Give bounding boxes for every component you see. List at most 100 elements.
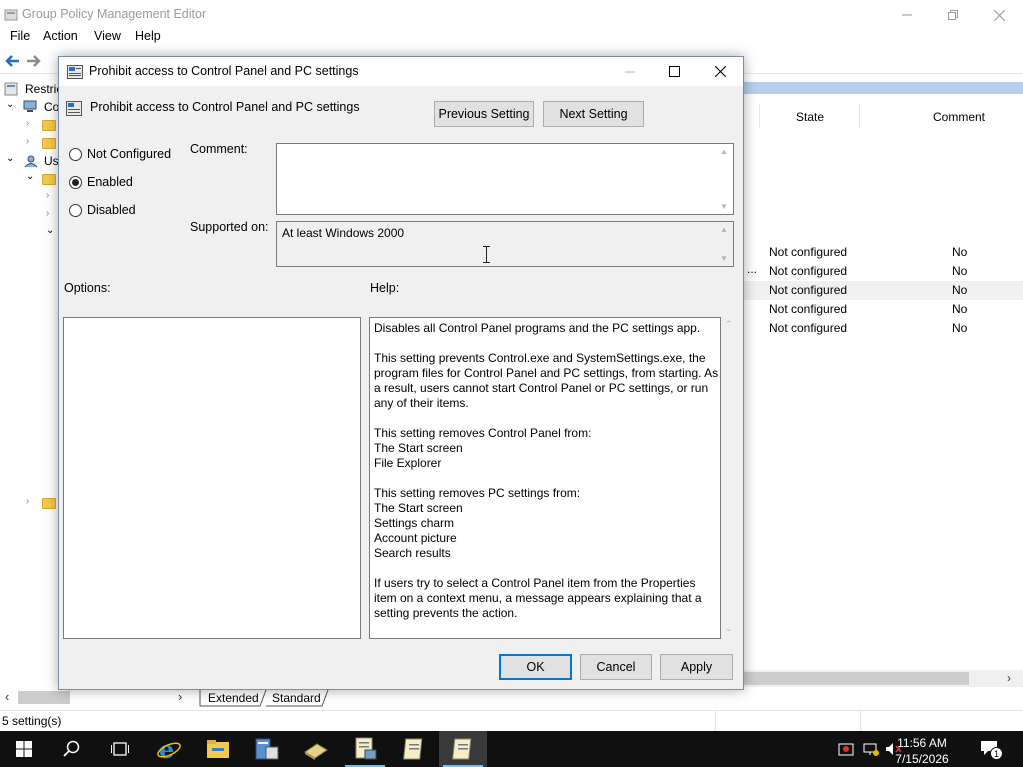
folder-icon [42, 174, 56, 185]
list-row[interactable]: Not configured No [743, 243, 1023, 262]
help-paragraph: This setting prevents Control.exe and Sy… [374, 351, 719, 410]
help-scroll-up-icon[interactable]: ⌃ [725, 319, 733, 330]
tree-item-folder[interactable]: › [0, 494, 58, 512]
action-center-button[interactable]: 1 [980, 740, 1003, 760]
policy-setting-icon [66, 101, 82, 116]
main-close-button[interactable] [976, 0, 1022, 30]
list-row[interactable]: Not configured No [743, 300, 1023, 319]
tree-item-subfolder[interactable]: › [0, 206, 58, 224]
radio-enabled[interactable]: Enabled [69, 173, 133, 191]
back-arrow-icon[interactable] [4, 53, 20, 69]
menu-help[interactable]: Help [135, 29, 161, 43]
apply-button[interactable]: Apply [660, 654, 733, 680]
tree-item-folder[interactable]: › [0, 116, 58, 134]
scrollbar-thumb[interactable] [18, 691, 70, 704]
tree-item-folder[interactable]: ⌄ [0, 170, 58, 188]
windows-logo-icon [16, 741, 32, 757]
column-header-comment[interactable]: Comment [933, 110, 985, 124]
tree-item-computer-config[interactable]: ⌄ Co [0, 98, 59, 116]
tab-standard[interactable]: Standard [272, 691, 321, 705]
settings-list [743, 76, 1023, 688]
list-horizontal-scrollbar[interactable]: › [743, 670, 1023, 687]
scroll-right-icon[interactable]: › [178, 689, 182, 704]
options-panel [63, 317, 361, 639]
main-titlebar[interactable]: Group Policy Management Editor [0, 0, 1023, 30]
security-warning-icon[interactable] [838, 741, 854, 757]
tree-horizontal-scrollbar[interactable]: ‹ › [0, 689, 200, 705]
notepad-button[interactable] [390, 731, 438, 767]
status-divider [860, 711, 861, 731]
clock-time[interactable]: 11:56 AM [887, 736, 957, 750]
comment-scrollbar[interactable]: ▲ ▼ [716, 144, 733, 214]
start-button[interactable] [0, 731, 48, 767]
cancel-button[interactable]: Cancel [580, 654, 652, 680]
chevron-down-icon[interactable]: ⌄ [6, 153, 14, 164]
scroll-up-icon[interactable]: ▲ [720, 147, 728, 156]
scroll-up-icon[interactable]: ▲ [720, 225, 728, 234]
previous-setting-button[interactable]: Previous Setting [434, 101, 534, 127]
main-restore-button[interactable] [930, 0, 976, 30]
help-paragraph: This setting removes PC settings from: T… [374, 486, 581, 560]
ok-button[interactable]: OK [499, 654, 572, 680]
clock-date[interactable]: 7/15/2026 [887, 752, 957, 766]
comment-textarea[interactable]: ▲ ▼ [276, 143, 734, 215]
radio-not-configured[interactable]: Not Configured [69, 145, 171, 163]
restore-icon [948, 10, 958, 20]
radio-disabled[interactable]: Disabled [69, 201, 136, 219]
column-separator[interactable] [759, 104, 760, 128]
menu-file[interactable]: File [10, 29, 30, 43]
dialog-titlebar[interactable]: Prohibit access to Control Panel and PC … [59, 57, 743, 86]
column-header-state[interactable]: State [796, 110, 824, 124]
scrollbar-thumb[interactable] [743, 672, 969, 685]
chevron-right-icon[interactable]: › [46, 190, 49, 201]
internet-explorer-button[interactable]: e [145, 731, 193, 767]
admin-tools-button[interactable] [292, 731, 340, 767]
main-minimize-button[interactable] [884, 0, 930, 30]
menu-action[interactable]: Action [43, 29, 78, 43]
row-state: Not configured [769, 302, 848, 316]
scroll-left-icon[interactable]: ‹ [5, 689, 9, 704]
folder-icon [42, 138, 56, 149]
forward-arrow-icon[interactable] [26, 53, 42, 69]
tree-item-user-config[interactable]: ⌄ Us [0, 152, 59, 170]
supported-scrollbar[interactable]: ▲ ▼ [716, 222, 733, 266]
tree-item-folder[interactable]: › [0, 134, 58, 152]
next-setting-button[interactable]: Next Setting [543, 101, 644, 127]
network-icon[interactable] [862, 741, 880, 757]
tree-item-policy-root[interactable]: Restric [0, 80, 62, 98]
policy-editor-taskbar-button[interactable] [341, 731, 389, 767]
chevron-down-icon[interactable]: ⌄ [26, 171, 34, 182]
list-row-selected[interactable]: Not configured No [743, 281, 1023, 300]
chevron-right-icon[interactable]: › [26, 136, 29, 147]
policy-setting-dialog: Prohibit access to Control Panel and PC … [58, 56, 744, 690]
supported-on-value: At least Windows 2000 [282, 226, 405, 240]
list-row[interactable]: Not configured No [743, 319, 1023, 338]
scroll-down-icon[interactable]: ▼ [720, 254, 728, 263]
status-divider [715, 711, 716, 731]
file-explorer-button[interactable] [194, 731, 242, 767]
search-button[interactable] [48, 731, 96, 767]
tree-item-subfolder[interactable]: › [0, 188, 58, 206]
chevron-right-icon[interactable]: › [26, 496, 29, 507]
notepad-button-active[interactable] [439, 731, 487, 767]
tree-item-subfolder[interactable]: ⌄ [0, 224, 58, 242]
file-explorer-icon [207, 740, 229, 758]
chevron-right-icon[interactable]: › [46, 208, 49, 219]
row-comment: No [952, 302, 968, 316]
tab-extended[interactable]: Extended [208, 691, 259, 705]
menu-view[interactable]: View [94, 29, 121, 43]
chevron-down-icon[interactable]: ⌄ [6, 99, 14, 110]
list-row[interactable]: ... Not configured No [743, 262, 1023, 281]
policy-setting-icon [67, 65, 83, 79]
chevron-down-icon[interactable]: ⌄ [46, 225, 54, 236]
help-scroll-down-icon[interactable]: ⌄ [725, 623, 733, 634]
column-separator[interactable] [859, 104, 860, 128]
server-manager-button[interactable] [243, 731, 291, 767]
dialog-close-button[interactable] [697, 57, 743, 86]
chevron-right-icon[interactable]: › [26, 118, 29, 129]
task-view-button[interactable] [96, 731, 144, 767]
dialog-maximize-button[interactable] [651, 57, 697, 86]
scroll-down-icon[interactable]: ▼ [720, 202, 728, 211]
help-paragraph: Disables all Control Panel programs and … [374, 321, 701, 335]
scroll-right-icon[interactable]: › [1007, 671, 1011, 685]
